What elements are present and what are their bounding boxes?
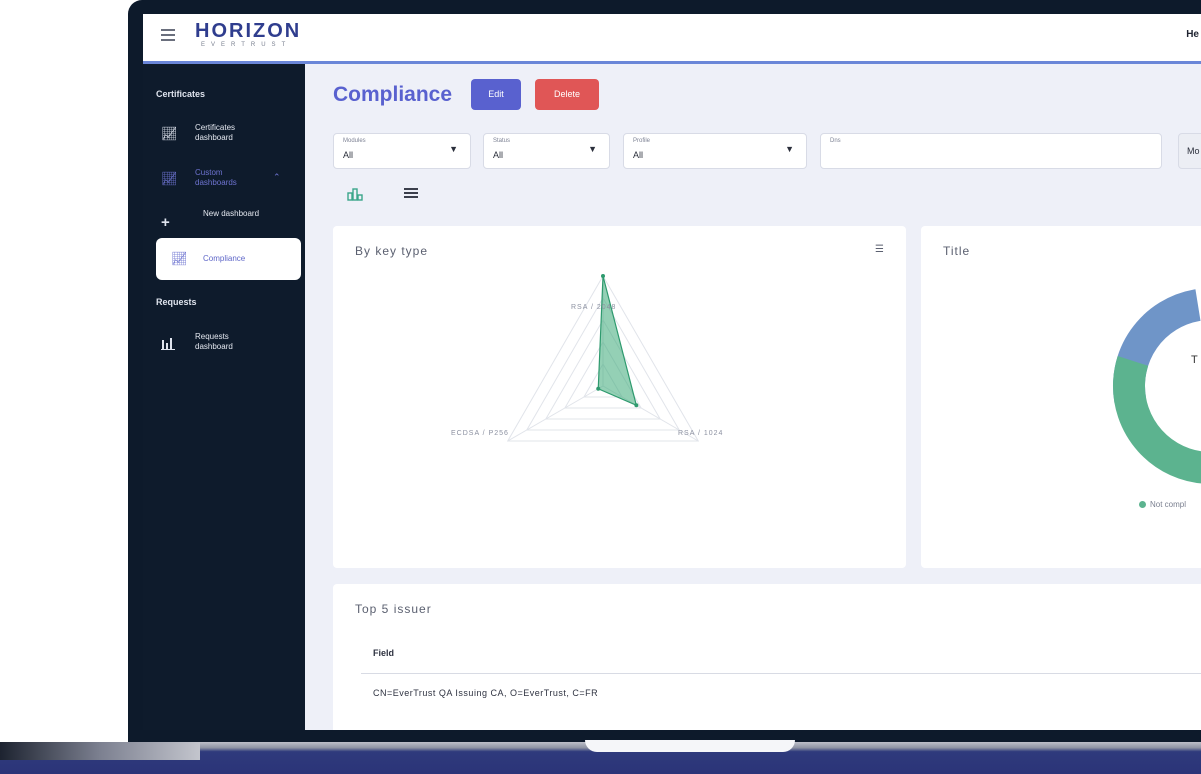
line-chart-icon: 📈︎	[171, 251, 188, 266]
page-title: Compliance	[333, 83, 453, 106]
chevron-up-icon: ⌃	[273, 172, 281, 182]
top-issuer-card: Top 5 issuer Field CN=EverTrust QA Issui…	[333, 584, 1201, 730]
laptop-base-edge	[0, 742, 200, 760]
app-screen: HORIZON EVERTRUST He Certificates 📈︎ Cer…	[143, 14, 1201, 730]
radar-axis-label: ECDSA / P256	[451, 430, 509, 437]
dropdown-arrow-icon: ▼	[449, 144, 458, 154]
legend-item[interactable]: Not compl	[1139, 500, 1186, 509]
radar-point	[596, 386, 601, 391]
donut-card: Title T Not compl	[921, 226, 1201, 568]
donut-chart	[1113, 288, 1201, 484]
table-divider	[361, 673, 1201, 674]
user-menu[interactable]: He	[1186, 29, 1199, 40]
radar-axis-label: RSA / 2048	[571, 304, 617, 311]
menu-icon[interactable]	[161, 29, 175, 41]
horizon-logo[interactable]: HORIZON EVERTRUST	[195, 21, 301, 49]
dropdown-arrow-icon: ▼	[588, 144, 597, 154]
sidebar-section-certificates: Certificates	[156, 89, 206, 99]
delete-button[interactable]: Delete	[535, 79, 599, 110]
dns-input[interactable]: Dns	[820, 133, 1162, 169]
line-chart-icon: 📈︎	[161, 126, 178, 141]
status-select[interactable]: Status All ▼	[483, 133, 610, 169]
sidebar-item-requests-dashboard[interactable]: Requests dashboard	[143, 326, 305, 366]
profile-select[interactable]: Profile All ▼	[623, 133, 807, 169]
radar-spoke	[507, 385, 604, 442]
radar-series-area	[597, 275, 638, 407]
top-bar: HORIZON EVERTRUST He	[143, 14, 1201, 64]
modules-select[interactable]: Modules All ▼	[333, 133, 471, 169]
sidebar: Certificates 📈︎ Certificates dashboard 📈…	[143, 64, 305, 730]
sidebar-item-custom-dashboards[interactable]: 📈︎ Custom dashboards ⌃	[143, 162, 305, 202]
chart-view-icon[interactable]	[345, 186, 365, 206]
top-issuer-title: Top 5 issuer	[355, 602, 432, 616]
radar-point	[634, 403, 639, 408]
laptop-notch	[585, 740, 795, 752]
key-type-card: By key type ☰ RSA / 2048 RSA / 1024 ECDS…	[333, 226, 906, 568]
sidebar-item-compliance[interactable]: 📈︎ Compliance	[156, 238, 301, 280]
legend-swatch	[1139, 501, 1146, 508]
table-row[interactable]: CN=EverTrust QA Issuing CA, O=EverTrust,…	[373, 688, 598, 698]
radar-point	[601, 274, 605, 278]
bar-chart-icon	[161, 336, 175, 350]
sidebar-section-requests: Requests	[156, 297, 197, 307]
donut-center-label: T	[1191, 354, 1198, 366]
plus-icon: +	[161, 214, 170, 231]
sidebar-item-certificates-dashboard[interactable]: 📈︎ Certificates dashboard	[143, 117, 305, 157]
edit-button[interactable]: Edit	[471, 79, 521, 110]
table-header-field: Field	[373, 648, 395, 658]
list-view-icon[interactable]	[401, 186, 421, 206]
radar-axis-label: RSA / 1024	[678, 430, 724, 437]
more-filters-button[interactable]: Mo	[1178, 133, 1201, 169]
line-chart-icon: 📈︎	[161, 171, 178, 186]
dropdown-arrow-icon: ▼	[785, 144, 794, 154]
radar-chart	[506, 274, 700, 442]
